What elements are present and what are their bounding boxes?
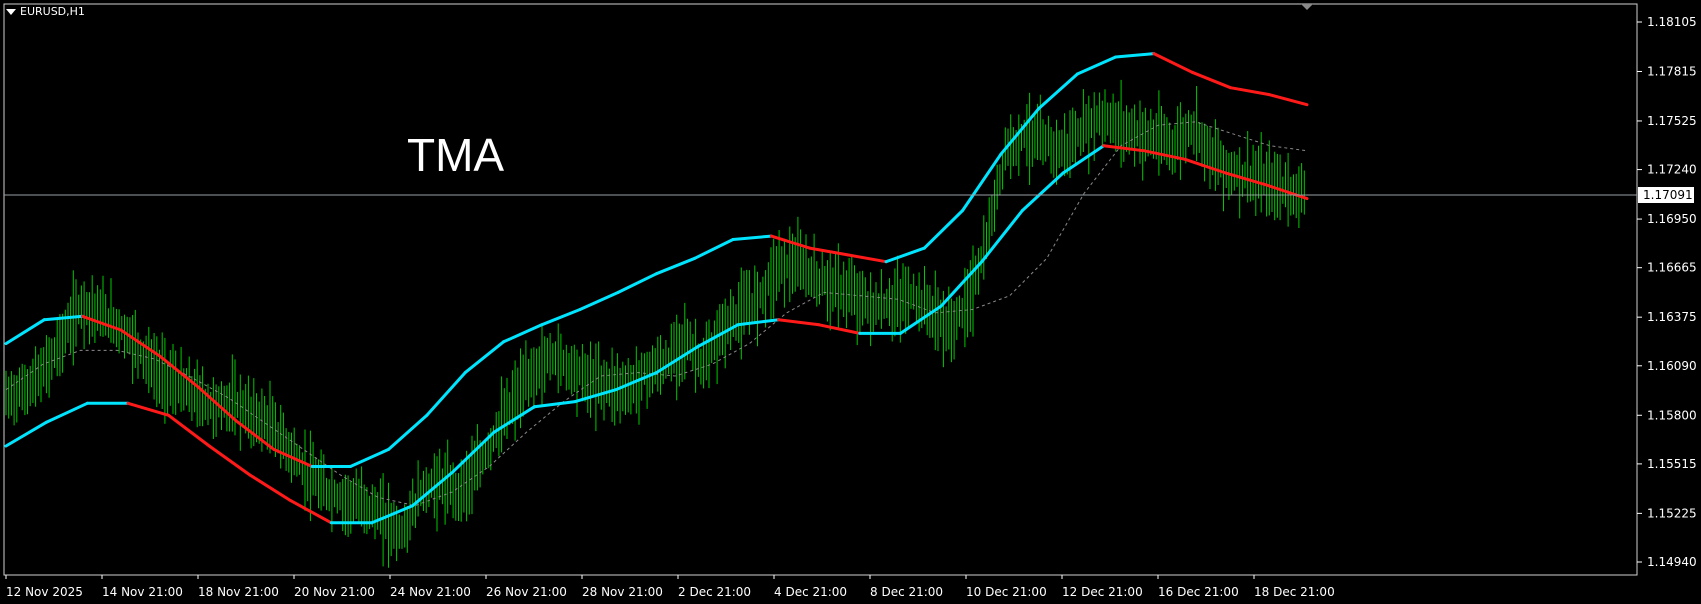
- tma-upper-band-segment: [655, 256, 697, 276]
- tma-upper-band-segment: [616, 272, 658, 294]
- x-axis: 12 Nov 2025 14 Nov 21:00 18 Nov 21:00 20 No…: [5, 575, 1335, 599]
- y-tick-label: 1.15225: [1647, 506, 1697, 520]
- tma-lower-band-segment: [411, 470, 455, 508]
- tma-upper-band-segment: [769, 234, 812, 250]
- y-tick-label: 1.16950: [1647, 212, 1697, 226]
- tma-lower-band-segment: [167, 413, 211, 448]
- x-tick-label: 28 Nov 21:00: [582, 585, 663, 599]
- tma-upper-band-segment: [884, 246, 926, 264]
- y-tick-label: 1.17240: [1647, 163, 1697, 177]
- tma-upper-band-segment: [501, 323, 544, 344]
- tma-upper-band-segment: [425, 371, 467, 417]
- tma-lower-band-segment: [4, 420, 49, 448]
- x-tick-label: 12 Nov 2025: [6, 585, 83, 599]
- tma-lower-band-segment: [248, 473, 293, 503]
- y-axis: 1.18105 1.17815 1.17525 1.17240 1.16950 1.166…: [1637, 15, 1697, 569]
- x-tick-label: 26 Nov 21:00: [486, 585, 567, 599]
- tma-upper-band-segment: [42, 314, 84, 322]
- x-tick-label: 14 Nov 21:00: [102, 585, 183, 599]
- tma-upper-band-segment: [4, 318, 46, 346]
- x-tick-label: 12 Dec 21:00: [1062, 585, 1143, 599]
- y-tick-label: 1.16375: [1647, 310, 1697, 324]
- tma-upper-band-segment: [1229, 86, 1271, 96]
- plot-frame: [3, 3, 1638, 576]
- x-tick-label: 16 Dec 21:00: [1158, 585, 1239, 599]
- tma-upper-band: [4, 52, 1309, 468]
- tma-upper-band-segment: [119, 328, 161, 358]
- x-tick-label: 20 Nov 21:00: [294, 585, 375, 599]
- current-price-label: 1.17091: [1643, 188, 1693, 202]
- tma-upper-band-segment: [999, 106, 1041, 156]
- tma-mid-line: [5, 121, 1308, 507]
- x-tick-label: 24 Nov 21:00: [390, 585, 471, 599]
- tma-lower-band-segment: [492, 405, 536, 434]
- x-tick-label: 10 Dec 21:00: [966, 585, 1047, 599]
- tma-upper-band-segment: [1190, 70, 1232, 90]
- tma-upper-band-segment: [846, 253, 888, 264]
- tma-lower-band-segment: [533, 400, 577, 409]
- tma-upper-band-segment: [808, 246, 850, 257]
- tma-lower-band-segment: [289, 499, 333, 525]
- tma-upper-band-segment: [234, 418, 276, 451]
- x-tick-label: 18 Dec 21:00: [1254, 585, 1335, 599]
- tma-lower-band-segment: [817, 323, 862, 335]
- tma-upper-band-segment: [1114, 52, 1156, 59]
- tma-upper-band-segment: [1037, 72, 1079, 110]
- tma-upper-band-segment: [922, 209, 965, 250]
- y-tick-label: 1.17525: [1647, 114, 1697, 128]
- tma-lower-band: [4, 144, 1309, 525]
- tma-upper-band-segment: [348, 447, 391, 468]
- tma-lower-band-segment: [1183, 157, 1228, 175]
- tma-lower-band-segment: [207, 444, 252, 477]
- y-tick-label: 1.18105: [1647, 15, 1697, 29]
- tma-upper-band-segment: [463, 340, 505, 375]
- tma-lower-band-segment: [777, 318, 821, 327]
- tma-upper-band-segment: [1075, 55, 1118, 76]
- chart-window[interactable]: EURUSD,H1 TMA 1.18105 1.17815 1.17525 1.172…: [0, 0, 1701, 604]
- tma-upper-band-segment: [693, 238, 735, 260]
- x-tick-label: 4 Dec 21:00: [774, 585, 847, 599]
- tma-lower-band-segment: [45, 401, 89, 424]
- tma-upper-band-segment: [731, 234, 773, 241]
- tma-upper-band-segment: [540, 308, 582, 327]
- y-tick-label: 1.15515: [1647, 457, 1697, 471]
- chart-shift-marker-icon: [1301, 4, 1313, 10]
- tma-upper-band-segment: [578, 290, 620, 311]
- tma-upper-band-segment: [81, 314, 123, 332]
- tma-upper-band-segment: [387, 413, 429, 451]
- y-tick-label: 1.15800: [1647, 408, 1697, 422]
- y-tick-label: 1.16665: [1647, 261, 1697, 275]
- tma-lower-band-segment: [1020, 171, 1065, 212]
- tma-upper-band-segment: [1267, 93, 1309, 107]
- y-tick-label: 1.16090: [1647, 359, 1697, 373]
- price-chart[interactable]: 1.18105 1.17815 1.17525 1.17240 1.16950 1.166…: [0, 0, 1701, 604]
- price-bars: [5, 79, 1305, 568]
- x-tick-label: 2 Dec 21:00: [678, 585, 751, 599]
- y-tick-label: 1.17815: [1647, 64, 1697, 78]
- y-tick-label: 1.14940: [1647, 555, 1697, 569]
- x-tick-label: 18 Nov 21:00: [198, 585, 279, 599]
- tma-upper-band-segment: [1152, 52, 1194, 74]
- tma-lower-band-segment: [980, 209, 1024, 264]
- x-tick-label: 8 Dec 21:00: [870, 585, 943, 599]
- tma-upper-band-segment: [961, 152, 1003, 212]
